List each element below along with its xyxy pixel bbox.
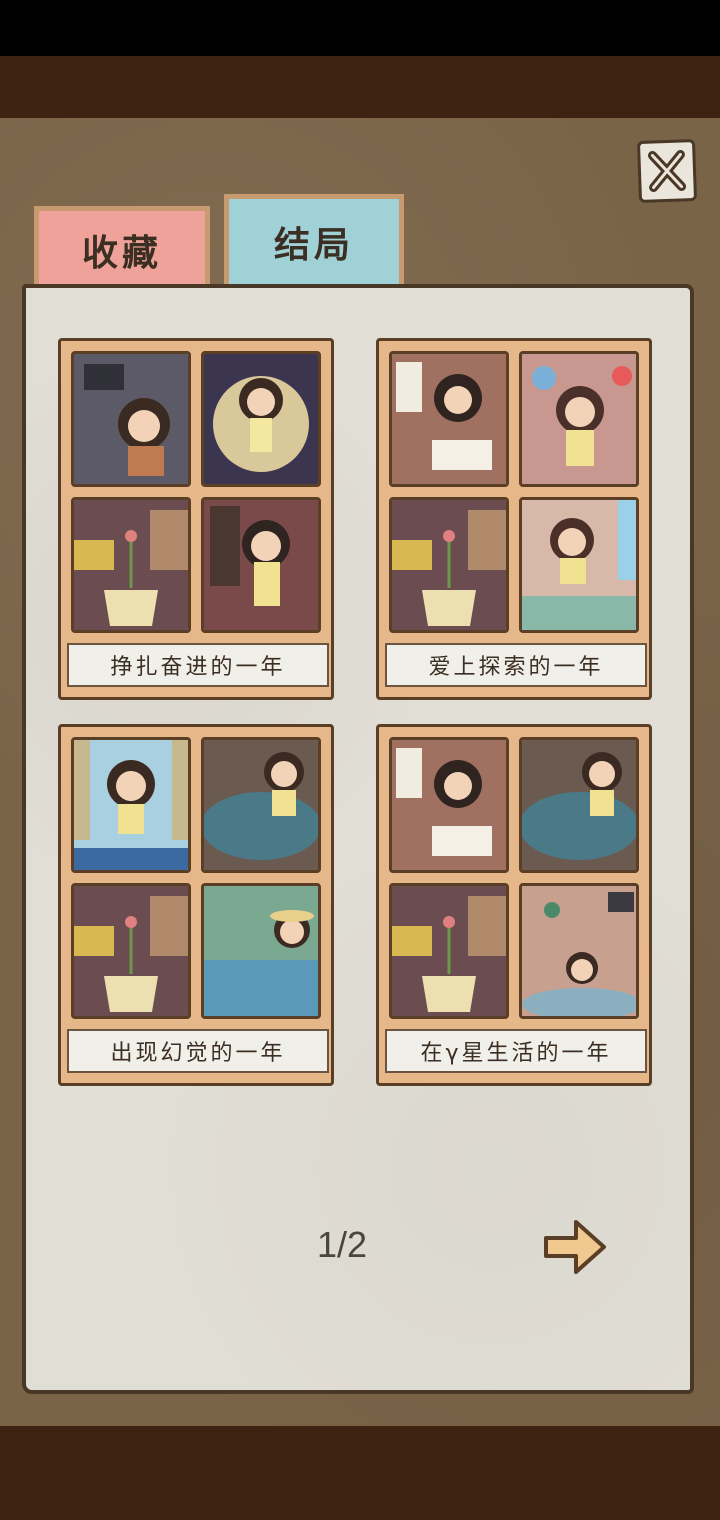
bottom-band <box>0 1426 720 1520</box>
ending-title: 爱上探索的一年 <box>385 643 647 687</box>
ending-thumbnail <box>71 883 191 1019</box>
ending-thumbnail <box>71 737 191 873</box>
ending-title: 挣扎奋进的一年 <box>67 643 329 687</box>
tab-collection[interactable]: 收藏 <box>34 206 210 288</box>
ending-title: 出现幻觉的一年 <box>67 1029 329 1073</box>
ending-thumbnails <box>71 737 321 1025</box>
ending-thumbnail <box>201 737 321 873</box>
ending-thumbnail <box>389 351 509 487</box>
tab-endings[interactable]: 结局 <box>224 194 404 284</box>
ending-thumbnail <box>389 883 509 1019</box>
ending-thumbnail <box>201 883 321 1019</box>
ending-card[interactable]: 爱上探索的一年 <box>376 338 652 700</box>
top-band <box>0 56 720 118</box>
ending-title: 在γ星生活的一年 <box>385 1029 647 1073</box>
ending-thumbnail <box>519 351 639 487</box>
close-icon <box>647 150 687 192</box>
ending-thumbnails <box>389 351 639 639</box>
ending-thumbnail <box>71 351 191 487</box>
ending-thumbnail <box>519 883 639 1019</box>
ending-thumbnails <box>71 351 321 639</box>
ending-thumbnail <box>519 737 639 873</box>
close-button[interactable] <box>636 139 698 203</box>
status-bar <box>0 0 720 56</box>
ending-card[interactable]: 挣扎奋进的一年 <box>58 338 334 700</box>
ending-thumbnail <box>71 497 191 633</box>
arrow-right-icon <box>544 1220 606 1274</box>
ending-thumbnail <box>389 737 509 873</box>
next-page-button[interactable] <box>540 1214 610 1280</box>
ending-thumbnail <box>201 497 321 633</box>
ending-thumbnail <box>519 497 639 633</box>
ending-thumbnails <box>389 737 639 1025</box>
ending-thumbnail <box>389 497 509 633</box>
ending-thumbnail <box>201 351 321 487</box>
ending-card[interactable]: 出现幻觉的一年 <box>58 724 334 1086</box>
ending-card[interactable]: 在γ星生活的一年 <box>376 724 652 1086</box>
page-indicator: 1/2 <box>316 1224 368 1265</box>
